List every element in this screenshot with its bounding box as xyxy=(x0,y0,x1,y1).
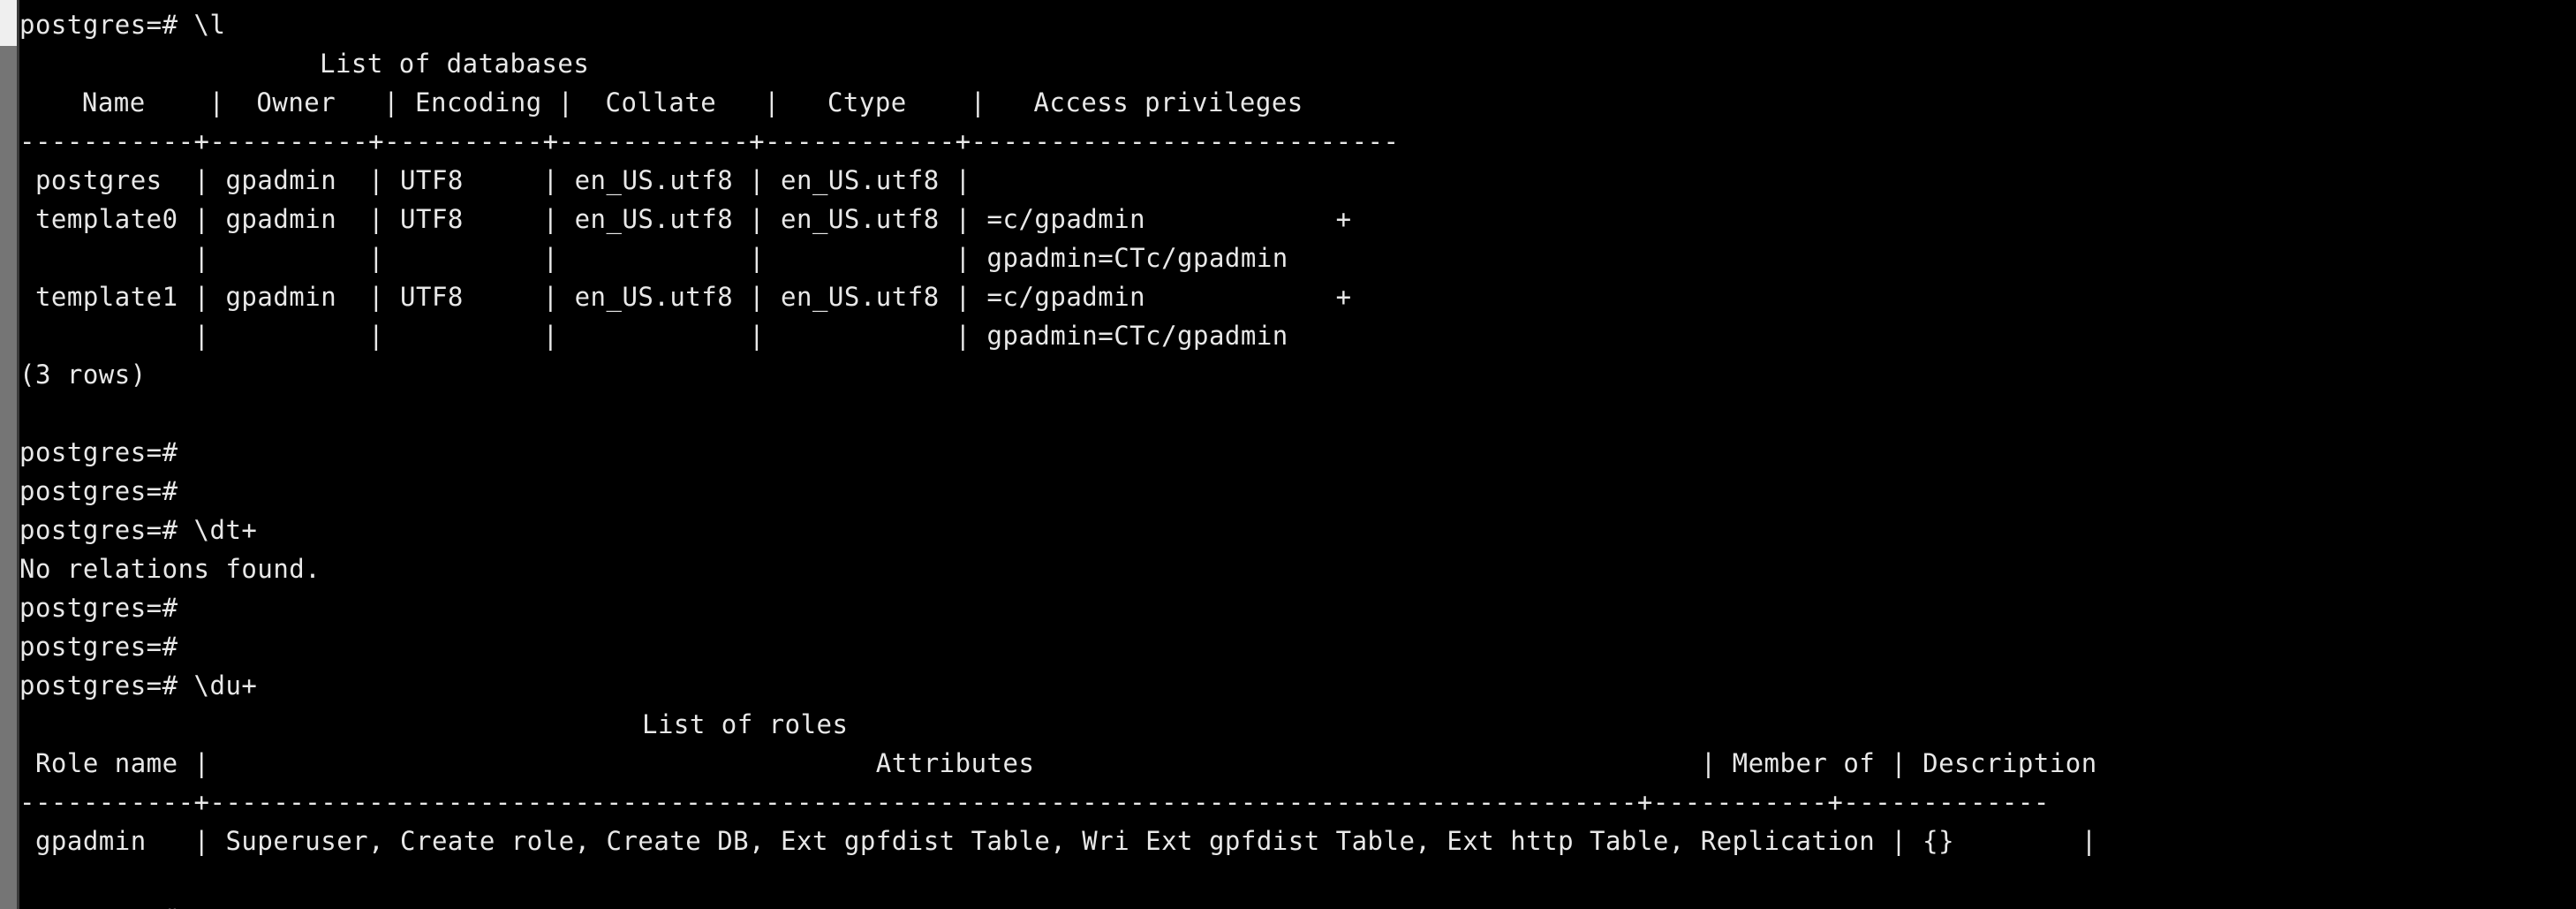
terminal-line: -----------+----------------------------… xyxy=(19,787,2050,817)
terminal-line: Name | Owner | Encoding | Collate | Ctyp… xyxy=(34,87,1303,117)
terminal-window: postgres=# postgres=# \l List of databases… xyxy=(0,0,2576,909)
terminal-line: | | | | | gpadmin=CTc/gpadmin xyxy=(19,321,1288,351)
terminal-line: postgres=# \dt+ xyxy=(19,515,258,545)
terminal-line: postgres=# xyxy=(19,632,178,662)
terminal-line: postgres=# \du+ xyxy=(19,670,258,701)
terminal-line: List of databases xyxy=(320,49,590,79)
terminal-line: -----------+----------+----------+------… xyxy=(19,126,1400,156)
terminal-line: List of roles xyxy=(642,709,849,739)
terminal-line: No relations found. xyxy=(19,554,321,584)
terminal-line: postgres=# xyxy=(19,593,178,623)
terminal-scrollbar[interactable] xyxy=(0,0,19,909)
terminal-line: (3 rows) xyxy=(19,360,147,390)
terminal-line: Role name | Attributes | Member of | Des… xyxy=(19,748,2097,778)
terminal-line: postgres=# xyxy=(19,476,178,506)
terminal-line: postgres=# \l xyxy=(19,10,226,40)
terminal-line: | | | | | gpadmin=CTc/gpadmin xyxy=(19,243,1288,273)
terminal-line: gpadmin | Superuser, Create role, Create… xyxy=(19,826,2097,856)
terminal-line: template0 | gpadmin | UTF8 | en_US.utf8 … xyxy=(19,204,1352,234)
terminal-line: postgres=# xyxy=(19,899,178,909)
terminal-line: template1 | gpadmin | UTF8 | en_US.utf8 … xyxy=(19,282,1352,312)
terminal-line: postgres=# xyxy=(19,437,178,467)
terminal-line: postgres | gpadmin | UTF8 | en_US.utf8 |… xyxy=(19,165,971,195)
terminal-screen[interactable]: postgres=# postgres=# \l List of databases… xyxy=(19,0,2576,909)
